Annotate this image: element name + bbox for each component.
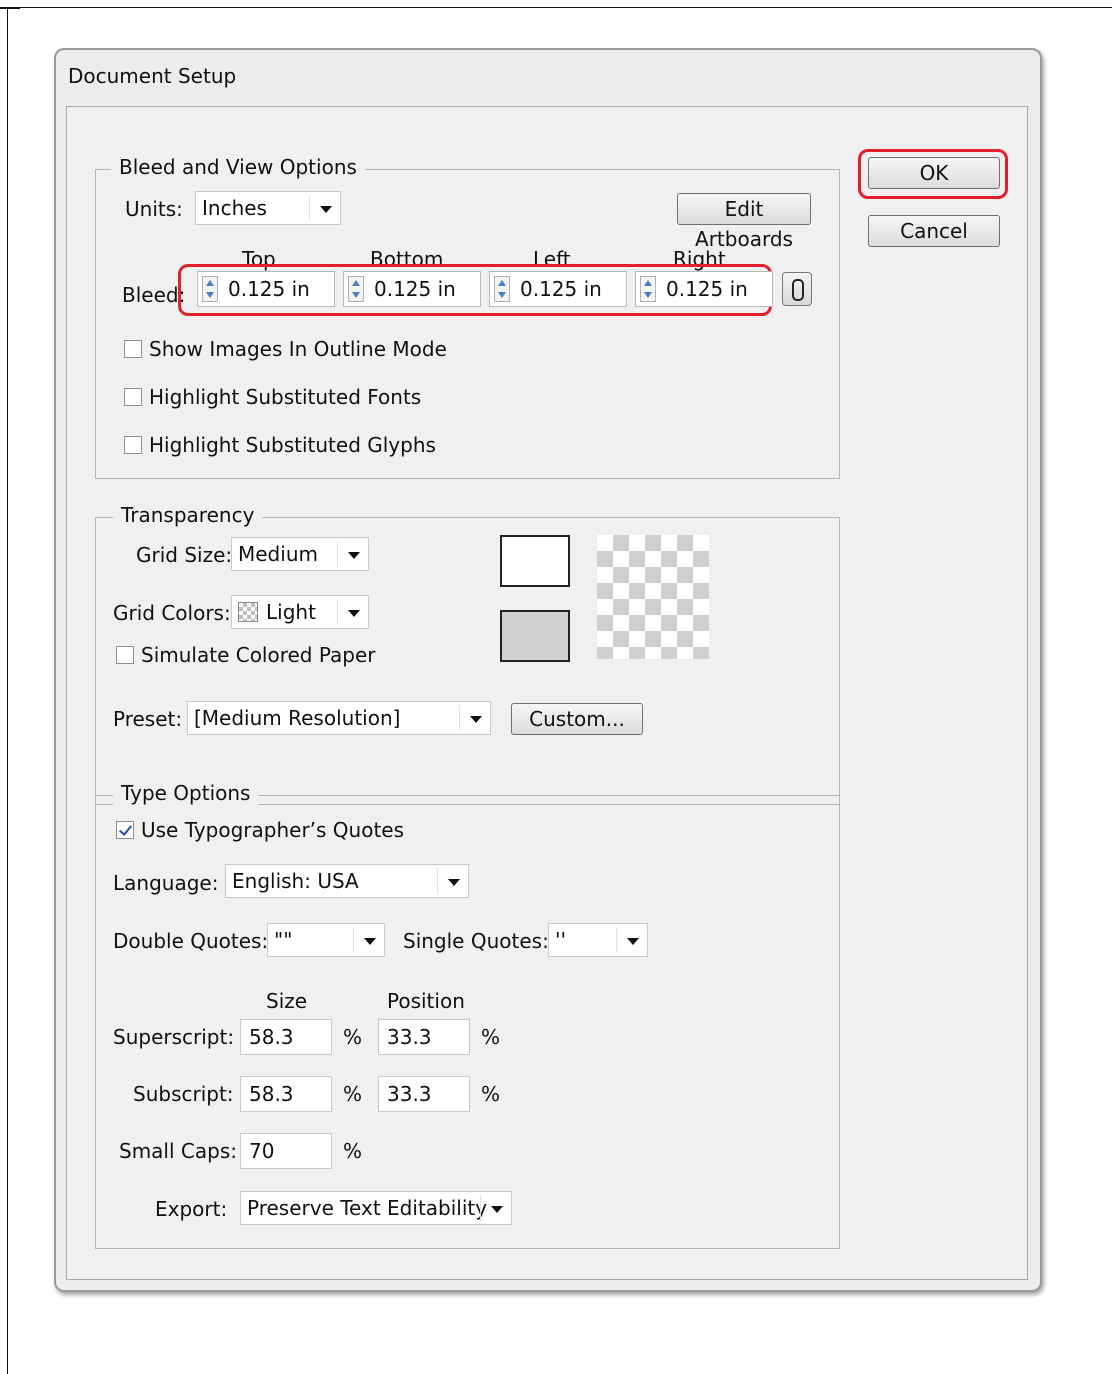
spinner-arrows-icon[interactable] <box>494 276 510 302</box>
percent-label: % <box>343 1082 363 1106</box>
chevron-down-icon <box>470 716 482 723</box>
superscript-size-field[interactable]: 58.3 <box>240 1019 332 1055</box>
grid-size-label: Grid Size: <box>136 543 233 567</box>
chain-link-icon <box>792 279 804 301</box>
language-select[interactable]: English: USA <box>225 864 469 898</box>
preset-select[interactable]: [Medium Resolution] <box>187 701 491 735</box>
superscript-position-field[interactable]: 33.3 <box>378 1019 470 1055</box>
transparency-legend: Transparency <box>113 503 263 527</box>
bleed-view-legend: Bleed and View Options <box>111 155 365 179</box>
language-label: Language: <box>113 871 219 895</box>
superscript-label: Superscript: <box>113 1025 235 1049</box>
show-images-label: Show Images In Outline Mode <box>149 337 447 361</box>
single-quotes-separator <box>616 927 617 953</box>
size-column-header: Size <box>266 989 308 1013</box>
grid-color-swatch-gray[interactable] <box>500 610 570 662</box>
language-value: English: USA <box>232 869 359 893</box>
chevron-down-icon <box>448 879 460 886</box>
bleed-left-field[interactable]: 0.125 in <box>489 271 627 307</box>
document-setup-dialog: Document Setup OK Cancel Bleed and View … <box>54 48 1042 1292</box>
units-value: Inches <box>202 196 267 220</box>
grid-size-value: Medium <box>238 542 318 566</box>
subscript-size-field[interactable]: 58.3 <box>240 1076 332 1112</box>
bleed-bottom-field[interactable]: 0.125 in <box>343 271 481 307</box>
link-bleed-button[interactable] <box>782 272 812 306</box>
double-quotes-value: "" <box>274 928 293 952</box>
chevron-down-icon <box>320 206 332 213</box>
export-label: Export: <box>155 1197 228 1221</box>
preset-value: [Medium Resolution] <box>194 706 401 730</box>
export-value: Preserve Text Editability <box>247 1196 488 1220</box>
checkerboard-icon <box>238 602 258 622</box>
subscript-label: Subscript: <box>133 1082 234 1106</box>
custom-button[interactable]: Custom... <box>511 703 643 735</box>
chevron-down-icon <box>627 938 639 945</box>
preset-label: Preset: <box>113 707 183 731</box>
units-select-separator <box>309 195 310 221</box>
dialog-title: Document Setup <box>68 64 237 88</box>
bleed-top-value: 0.125 in <box>228 277 310 301</box>
bleed-right-value: 0.125 in <box>666 277 748 301</box>
bleed-bottom-value: 0.125 in <box>374 277 456 301</box>
highlight-fonts-checkbox[interactable] <box>124 388 142 406</box>
simulate-paper-checkbox[interactable] <box>116 646 134 664</box>
bleed-top-field[interactable]: 0.125 in <box>197 271 335 307</box>
spinner-arrows-icon[interactable] <box>348 276 364 302</box>
small-caps-label: Small Caps: <box>119 1139 237 1163</box>
grid-size-separator <box>337 541 338 567</box>
single-quotes-value: '' <box>555 928 566 952</box>
edit-artboards-button[interactable]: Edit Artboards <box>677 193 811 251</box>
grid-colors-select[interactable]: Light <box>231 595 369 629</box>
grid-colors-label: Grid Colors: <box>113 601 231 625</box>
page-frame-top <box>0 7 1112 8</box>
double-quotes-label: Double Quotes: <box>113 929 269 953</box>
position-column-header: Position <box>387 989 465 1013</box>
double-quotes-select[interactable]: "" <box>267 923 385 957</box>
simulate-paper-label: Simulate Colored Paper <box>141 643 376 667</box>
small-caps-field[interactable]: 70 <box>240 1133 332 1169</box>
grid-color-swatch-white[interactable] <box>500 535 570 587</box>
grid-size-select[interactable]: Medium <box>231 537 369 571</box>
export-separator <box>480 1195 481 1221</box>
page-frame-corner <box>0 7 20 9</box>
bleed-right-field[interactable]: 0.125 in <box>635 271 773 307</box>
percent-label: % <box>481 1025 501 1049</box>
ok-button[interactable]: OK <box>868 157 1000 189</box>
grid-colors-value: Light <box>266 600 316 624</box>
typographers-quotes-checkbox[interactable] <box>116 821 134 839</box>
double-quotes-separator <box>353 927 354 953</box>
single-quotes-select[interactable]: '' <box>548 923 648 957</box>
chevron-down-icon <box>348 610 360 617</box>
highlight-glyphs-label: Highlight Substituted Glyphs <box>149 433 436 457</box>
highlight-glyphs-checkbox[interactable] <box>124 436 142 454</box>
dialog-client-area: OK Cancel Bleed and View Options Units: … <box>66 106 1028 1280</box>
spinner-arrows-icon[interactable] <box>640 276 656 302</box>
units-select[interactable]: Inches <box>195 191 341 225</box>
chevron-down-icon <box>348 552 360 559</box>
percent-label: % <box>343 1139 363 1163</box>
typographers-quotes-label: Use Typographer’s Quotes <box>141 818 405 842</box>
percent-label: % <box>343 1025 363 1049</box>
language-separator <box>437 868 438 894</box>
cancel-button[interactable]: Cancel <box>868 215 1000 247</box>
transparency-grid-preview <box>597 535 709 659</box>
percent-label: % <box>481 1082 501 1106</box>
chevron-down-icon <box>491 1206 503 1213</box>
grid-colors-separator <box>337 599 338 625</box>
highlight-fonts-label: Highlight Substituted Fonts <box>149 385 422 409</box>
bleed-label: Bleed: <box>122 283 186 307</box>
export-select[interactable]: Preserve Text Editability <box>240 1191 512 1225</box>
preset-separator <box>459 705 460 731</box>
units-label: Units: <box>125 197 183 221</box>
page-frame-left <box>7 7 8 1374</box>
subscript-position-field[interactable]: 33.3 <box>378 1076 470 1112</box>
spinner-arrows-icon[interactable] <box>202 276 218 302</box>
show-images-checkbox[interactable] <box>124 340 142 358</box>
single-quotes-label: Single Quotes: <box>403 929 549 953</box>
bleed-left-value: 0.125 in <box>520 277 602 301</box>
type-options-legend: Type Options <box>113 781 259 805</box>
chevron-down-icon <box>364 938 376 945</box>
